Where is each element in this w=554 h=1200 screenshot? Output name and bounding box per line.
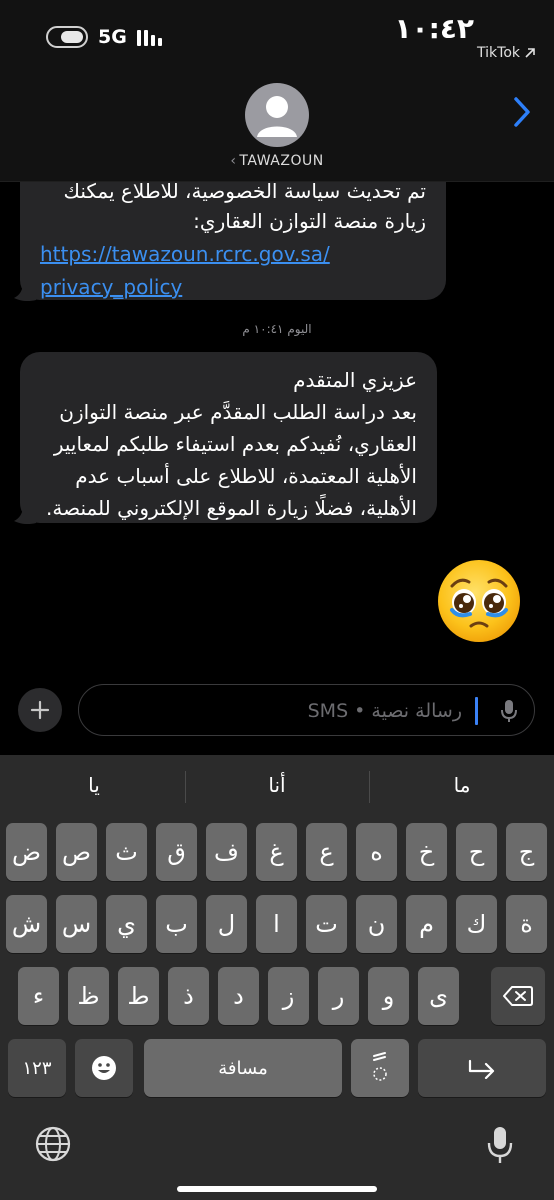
bubble-tail [14, 505, 36, 525]
chevron-left-small-icon: ‹ [230, 153, 237, 169]
low-power-toggle-icon [46, 26, 88, 48]
chevron-right-icon[interactable] [512, 96, 532, 132]
contact-avatar[interactable] [245, 83, 309, 147]
space-key[interactable]: مسافة [144, 1039, 342, 1097]
back-app-label: TikTok [477, 45, 520, 61]
message-line: العقاري، نُفيدكم بعدم استيفاء طلبكم لمعا… [53, 432, 417, 456]
conversation-header: 5G ١٠:٤٢ TikTok ‹ TAWAZOUN [0, 0, 554, 182]
plus-icon [30, 700, 50, 720]
backspace-icon [503, 986, 533, 1006]
back-to-app-link[interactable]: TikTok [477, 45, 536, 61]
space-key-label: مسافة [218, 1057, 268, 1079]
letter-key[interactable]: ل [206, 895, 247, 953]
text-caret [475, 697, 478, 725]
letter-key[interactable]: خ [406, 823, 447, 881]
letter-key[interactable]: ء [18, 967, 59, 1025]
pleading-face-icon[interactable] [436, 558, 522, 644]
letter-key[interactable]: ت [306, 895, 347, 953]
numbers-key-label: ١٢٣ [22, 1057, 52, 1079]
link-line: https://tawazoun.rcrc.gov.sa/ [40, 242, 330, 266]
network-type: 5G [98, 26, 127, 48]
message-input[interactable]: رسالة نصية • SMS [78, 684, 535, 736]
delete-key[interactable] [491, 967, 545, 1025]
add-attachment-button[interactable] [18, 688, 62, 732]
letter-key[interactable]: ش [6, 895, 47, 953]
letter-key[interactable]: ظ [68, 967, 109, 1025]
status-bar-left: 5G [46, 26, 162, 48]
privacy-policy-link[interactable]: https://tawazoun.rcrc.gov.sa/privacy_pol… [40, 238, 426, 304]
letter-key[interactable]: د [218, 967, 259, 1025]
contact-name-label: TAWAZOUN [239, 153, 324, 169]
letter-key[interactable]: ط [118, 967, 159, 1025]
letter-key[interactable]: ث [106, 823, 147, 881]
contact-name[interactable]: ‹ TAWAZOUN [0, 153, 554, 169]
message-line: بعد دراسة الطلب المقدَّم عبر منصة التواز… [59, 400, 417, 424]
letter-key[interactable]: ي [106, 895, 147, 953]
signal-strength-icon [136, 28, 162, 46]
letter-key[interactable]: ز [268, 967, 309, 1025]
microphone-icon [487, 1127, 513, 1163]
diacritic-key[interactable] [351, 1039, 409, 1097]
microphone-icon [501, 700, 517, 722]
letter-key[interactable]: ى [418, 967, 459, 1025]
dictation-button[interactable] [500, 698, 518, 728]
letter-key[interactable]: ا [256, 895, 297, 953]
bubble-tail [14, 282, 36, 302]
letter-key[interactable]: ك [456, 895, 497, 953]
letter-key[interactable]: ة [506, 895, 547, 953]
letter-key[interactable]: ع [306, 823, 347, 881]
letter-key[interactable]: ه [356, 823, 397, 881]
letter-key[interactable]: ر [318, 967, 359, 1025]
suggestion-divider [369, 771, 370, 803]
globe-key[interactable] [34, 1125, 72, 1167]
letter-key[interactable]: ح [456, 823, 497, 881]
tanween-icon [373, 1052, 387, 1081]
letter-key[interactable]: ف [206, 823, 247, 881]
letter-key[interactable]: ض [6, 823, 47, 881]
message-timestamp: اليوم ١٠:٤١ م [242, 322, 312, 336]
link-line: privacy_policy [40, 275, 183, 299]
return-arrow-icon [468, 1059, 495, 1079]
arrow-up-right-icon [525, 48, 535, 58]
return-key[interactable] [418, 1039, 546, 1097]
smiley-icon [92, 1056, 116, 1080]
person-icon [257, 96, 297, 137]
message-line: الأهلية المعتمدة، للاطلاع على أسباب عدم [75, 464, 417, 488]
keyboard-dictation-key[interactable] [486, 1125, 514, 1169]
emoji-key[interactable] [75, 1039, 133, 1097]
letter-key[interactable]: ن [356, 895, 397, 953]
incoming-message-bubble[interactable]: عزيزي المتقدم بعد دراسة الطلب المقدَّم ع… [20, 352, 437, 523]
letter-key[interactable]: و [368, 967, 409, 1025]
letter-key[interactable]: س [56, 895, 97, 953]
message-line: زيارة منصة التوازن العقاري: [193, 209, 426, 233]
letter-key[interactable]: ب [156, 895, 197, 953]
suggestion-item[interactable]: ما [370, 773, 554, 797]
suggestion-item[interactable]: أنا [185, 773, 369, 797]
predictive-bar: ما أنا يا [0, 755, 554, 817]
message-input-placeholder: رسالة نصية • SMS [307, 700, 462, 722]
home-indicator[interactable] [177, 1186, 377, 1192]
numbers-key[interactable]: ١٢٣ [8, 1039, 66, 1097]
message-line: عزيزي المتقدم [293, 368, 417, 392]
letter-key[interactable]: م [406, 895, 447, 953]
suggestion-item[interactable]: يا [2, 773, 186, 797]
globe-icon [35, 1126, 71, 1162]
message-line: الأهلية، فضلًا زيارة الموقع الإلكتروني ل… [46, 496, 417, 520]
letter-key[interactable]: غ [256, 823, 297, 881]
letter-key[interactable]: ق [156, 823, 197, 881]
letter-key[interactable]: ذ [168, 967, 209, 1025]
letter-key[interactable]: ص [56, 823, 97, 881]
clock: ١٠:٤٢ [394, 12, 474, 45]
letter-key[interactable]: ج [506, 823, 547, 881]
